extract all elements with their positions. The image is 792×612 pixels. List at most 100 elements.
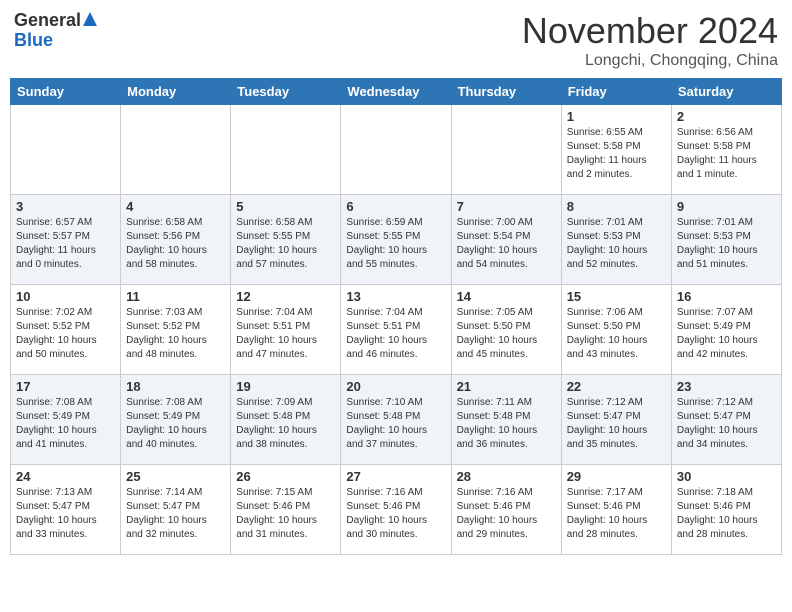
day-info: Sunrise: 7:16 AM Sunset: 5:46 PM Dayligh… bbox=[346, 486, 445, 542]
day-info: Sunrise: 7:06 AM Sunset: 5:50 PM Dayligh… bbox=[567, 306, 666, 362]
day-number: 23 bbox=[677, 379, 776, 394]
day-info: Sunrise: 7:08 AM Sunset: 5:49 PM Dayligh… bbox=[126, 396, 225, 452]
location-title: Longchi, Chongqing, China bbox=[522, 52, 778, 70]
day-info: Sunrise: 7:15 AM Sunset: 5:46 PM Dayligh… bbox=[236, 486, 335, 542]
calendar-cell: 23 Sunrise: 7:12 AM Sunset: 5:47 PM Dayli… bbox=[671, 375, 781, 465]
calendar-header-row: SundayMondayTuesdayWednesdayThursdayFrid… bbox=[11, 79, 782, 105]
day-info: Sunrise: 6:55 AM Sunset: 5:58 PM Dayligh… bbox=[567, 126, 666, 182]
calendar-week-row: 24 Sunrise: 7:13 AM Sunset: 5:47 PM Dayli… bbox=[11, 465, 782, 555]
calendar-cell: 20Sunrise: 7:10 AM Sunset: 5:48 PM Dayli… bbox=[341, 375, 451, 465]
calendar-cell: 4Sunrise: 6:58 AM Sunset: 5:56 PM Daylig… bbox=[121, 195, 231, 285]
day-number: 10 bbox=[16, 289, 115, 304]
day-number: 24 bbox=[16, 469, 115, 484]
weekday-header-saturday: Saturday bbox=[671, 79, 781, 105]
calendar-cell: 16Sunrise: 7:07 AM Sunset: 5:49 PM Dayli… bbox=[671, 285, 781, 375]
day-number: 25 bbox=[126, 469, 225, 484]
day-number: 19 bbox=[236, 379, 335, 394]
calendar-cell: 11Sunrise: 7:03 AM Sunset: 5:52 PM Dayli… bbox=[121, 285, 231, 375]
calendar-cell: 27 Sunrise: 7:16 AM Sunset: 5:46 PM Dayli… bbox=[341, 465, 451, 555]
calendar-cell bbox=[451, 105, 561, 195]
day-number: 17 bbox=[16, 379, 115, 394]
calendar-cell: 7Sunrise: 7:00 AM Sunset: 5:54 PM Daylig… bbox=[451, 195, 561, 285]
day-number: 29 bbox=[567, 469, 666, 484]
weekday-header-thursday: Thursday bbox=[451, 79, 561, 105]
day-info: Sunrise: 7:10 AM Sunset: 5:48 PM Dayligh… bbox=[346, 396, 445, 452]
day-info: Sunrise: 7:01 AM Sunset: 5:53 PM Dayligh… bbox=[567, 216, 666, 272]
day-number: 14 bbox=[457, 289, 556, 304]
day-info: Sunrise: 7:09 AM Sunset: 5:48 PM Dayligh… bbox=[236, 396, 335, 452]
calendar-cell: 3 Sunrise: 6:57 AM Sunset: 5:57 PM Daylig… bbox=[11, 195, 121, 285]
calendar-cell: 25Sunrise: 7:14 AM Sunset: 5:47 PM Dayli… bbox=[121, 465, 231, 555]
day-info: Sunrise: 7:03 AM Sunset: 5:52 PM Dayligh… bbox=[126, 306, 225, 362]
page-header: General Blue November 2024 Longchi, Chon… bbox=[10, 10, 782, 70]
calendar-cell: 12 Sunrise: 7:04 AM Sunset: 5:51 PM Dayli… bbox=[231, 285, 341, 375]
day-info: Sunrise: 7:18 AM Sunset: 5:46 PM Dayligh… bbox=[677, 486, 776, 542]
day-info: Sunrise: 7:01 AM Sunset: 5:53 PM Dayligh… bbox=[677, 216, 776, 272]
day-info: Sunrise: 6:57 AM Sunset: 5:57 PM Dayligh… bbox=[16, 216, 115, 272]
calendar-cell: 28Sunrise: 7:16 AM Sunset: 5:46 PM Dayli… bbox=[451, 465, 561, 555]
logo-blue: Blue bbox=[14, 30, 53, 52]
calendar-cell: 5 Sunrise: 6:58 AM Sunset: 5:55 PM Daylig… bbox=[231, 195, 341, 285]
day-number: 1 bbox=[567, 109, 666, 124]
calendar-cell: 1 Sunrise: 6:55 AM Sunset: 5:58 PM Daylig… bbox=[561, 105, 671, 195]
day-info: Sunrise: 6:59 AM Sunset: 5:55 PM Dayligh… bbox=[346, 216, 445, 272]
calendar-cell: 22 Sunrise: 7:12 AM Sunset: 5:47 PM Dayli… bbox=[561, 375, 671, 465]
weekday-header-friday: Friday bbox=[561, 79, 671, 105]
day-number: 8 bbox=[567, 199, 666, 214]
day-info: Sunrise: 7:02 AM Sunset: 5:52 PM Dayligh… bbox=[16, 306, 115, 362]
day-info: Sunrise: 7:13 AM Sunset: 5:47 PM Dayligh… bbox=[16, 486, 115, 542]
calendar-cell: 9Sunrise: 7:01 AM Sunset: 5:53 PM Daylig… bbox=[671, 195, 781, 285]
calendar-cell: 10 Sunrise: 7:02 AM Sunset: 5:52 PM Dayli… bbox=[11, 285, 121, 375]
day-info: Sunrise: 7:05 AM Sunset: 5:50 PM Dayligh… bbox=[457, 306, 556, 362]
calendar-cell: 26 Sunrise: 7:15 AM Sunset: 5:46 PM Dayli… bbox=[231, 465, 341, 555]
day-number: 2 bbox=[677, 109, 776, 124]
calendar-cell: 14 Sunrise: 7:05 AM Sunset: 5:50 PM Dayli… bbox=[451, 285, 561, 375]
calendar-cell: 30 Sunrise: 7:18 AM Sunset: 5:46 PM Dayli… bbox=[671, 465, 781, 555]
calendar-cell bbox=[11, 105, 121, 195]
calendar-cell bbox=[121, 105, 231, 195]
day-info: Sunrise: 7:17 AM Sunset: 5:46 PM Dayligh… bbox=[567, 486, 666, 542]
day-number: 6 bbox=[346, 199, 445, 214]
day-info: Sunrise: 6:56 AM Sunset: 5:58 PM Dayligh… bbox=[677, 126, 776, 182]
calendar-cell: 13 Sunrise: 7:04 AM Sunset: 5:51 PM Dayli… bbox=[341, 285, 451, 375]
calendar-week-row: 1 Sunrise: 6:55 AM Sunset: 5:58 PM Daylig… bbox=[11, 105, 782, 195]
day-number: 12 bbox=[236, 289, 335, 304]
calendar-cell bbox=[231, 105, 341, 195]
day-number: 30 bbox=[677, 469, 776, 484]
day-number: 27 bbox=[346, 469, 445, 484]
day-info: Sunrise: 6:58 AM Sunset: 5:56 PM Dayligh… bbox=[126, 216, 225, 272]
day-info: Sunrise: 7:04 AM Sunset: 5:51 PM Dayligh… bbox=[236, 306, 335, 362]
logo-icon bbox=[83, 10, 97, 32]
logo: General Blue bbox=[14, 10, 97, 51]
calendar-cell: 18Sunrise: 7:08 AM Sunset: 5:49 PM Dayli… bbox=[121, 375, 231, 465]
day-number: 13 bbox=[346, 289, 445, 304]
day-info: Sunrise: 7:04 AM Sunset: 5:51 PM Dayligh… bbox=[346, 306, 445, 362]
calendar-cell: 21Sunrise: 7:11 AM Sunset: 5:48 PM Dayli… bbox=[451, 375, 561, 465]
calendar-cell: 24 Sunrise: 7:13 AM Sunset: 5:47 PM Dayli… bbox=[11, 465, 121, 555]
calendar-cell: 6 Sunrise: 6:59 AM Sunset: 5:55 PM Daylig… bbox=[341, 195, 451, 285]
day-number: 26 bbox=[236, 469, 335, 484]
weekday-header-sunday: Sunday bbox=[11, 79, 121, 105]
day-info: Sunrise: 7:12 AM Sunset: 5:47 PM Dayligh… bbox=[567, 396, 666, 452]
day-info: Sunrise: 7:11 AM Sunset: 5:48 PM Dayligh… bbox=[457, 396, 556, 452]
calendar-cell bbox=[341, 105, 451, 195]
calendar-week-row: 17 Sunrise: 7:08 AM Sunset: 5:49 PM Dayli… bbox=[11, 375, 782, 465]
day-number: 5 bbox=[236, 199, 335, 214]
title-block: November 2024 Longchi, Chongqing, China bbox=[522, 10, 778, 70]
calendar-cell: 17 Sunrise: 7:08 AM Sunset: 5:49 PM Dayli… bbox=[11, 375, 121, 465]
calendar-cell: 8 Sunrise: 7:01 AM Sunset: 5:53 PM Daylig… bbox=[561, 195, 671, 285]
calendar-week-row: 3 Sunrise: 6:57 AM Sunset: 5:57 PM Daylig… bbox=[11, 195, 782, 285]
day-number: 3 bbox=[16, 199, 115, 214]
day-number: 22 bbox=[567, 379, 666, 394]
day-number: 15 bbox=[567, 289, 666, 304]
calendar-cell: 19 Sunrise: 7:09 AM Sunset: 5:48 PM Dayli… bbox=[231, 375, 341, 465]
day-number: 7 bbox=[457, 199, 556, 214]
day-info: Sunrise: 6:58 AM Sunset: 5:55 PM Dayligh… bbox=[236, 216, 335, 272]
day-info: Sunrise: 7:08 AM Sunset: 5:49 PM Dayligh… bbox=[16, 396, 115, 452]
month-title: November 2024 bbox=[522, 10, 778, 52]
day-number: 28 bbox=[457, 469, 556, 484]
weekday-header-wednesday: Wednesday bbox=[341, 79, 451, 105]
weekday-header-monday: Monday bbox=[121, 79, 231, 105]
day-info: Sunrise: 7:12 AM Sunset: 5:47 PM Dayligh… bbox=[677, 396, 776, 452]
calendar-cell: 29 Sunrise: 7:17 AM Sunset: 5:46 PM Dayli… bbox=[561, 465, 671, 555]
